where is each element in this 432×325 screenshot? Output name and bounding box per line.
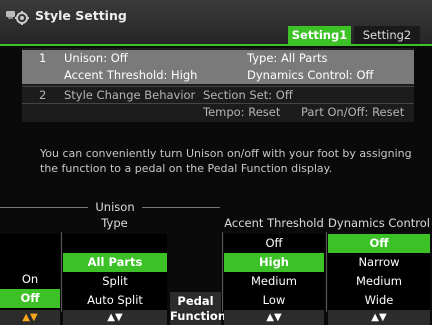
unison-value: Unison: Off <box>64 51 128 65</box>
table-row-style-change-cont[interactable]: Tempo: Reset Part On/Off: Reset <box>22 103 414 120</box>
style-setting-screen: Style Setting Setting1 Setting2 1 Unison… <box>0 0 432 325</box>
table-row-style-change[interactable]: 2 Style Change Behavior Section Set: Off <box>22 86 414 103</box>
settings-table: 1 Unison: Off Type: All Parts Accent Thr… <box>22 48 414 122</box>
unison-type-selector[interactable]: All Parts Split Auto Split <box>63 234 167 310</box>
tab-setting1[interactable]: Setting1 <box>288 26 351 44</box>
dynamics-control-header: Dynamics Control <box>328 216 430 230</box>
option-all-parts[interactable]: All Parts <box>63 253 167 272</box>
option-wide[interactable]: Wide <box>328 291 430 310</box>
option-auto-split[interactable]: Auto Split <box>63 291 167 310</box>
up-down-arrow-icon: ▲▼ <box>107 312 123 323</box>
option-on[interactable]: On <box>0 270 60 289</box>
group-divider <box>0 207 88 208</box>
style-change-behavior-label: Style Change Behavior <box>64 88 196 102</box>
option-low[interactable]: Low <box>224 291 324 310</box>
window-title: Style Setting <box>35 8 127 23</box>
type-arrows[interactable]: ▲▼ <box>63 310 167 325</box>
accent-threshold-value: Accent Threshold: High <box>64 68 198 82</box>
option-high[interactable]: High <box>224 253 324 272</box>
pedal-function-button[interactable]: Pedal Function <box>170 292 227 325</box>
title-bar: Style Setting Setting1 Setting2 <box>0 0 432 44</box>
type-value: Type: All Parts <box>247 51 328 65</box>
row-number: 2 <box>39 88 47 102</box>
accent-threshold-selector[interactable]: Off High Medium Low <box>224 234 324 310</box>
up-down-arrow-icon: ▲▼ <box>266 312 282 323</box>
table-row-unison[interactable]: 1 Unison: Off Type: All Parts Accent Thr… <box>22 50 414 84</box>
description-text: You can conveniently turn Unison on/off … <box>40 147 412 175</box>
pedal-function-label-line2: Function <box>170 309 227 323</box>
option-split[interactable]: Split <box>63 272 167 291</box>
row-number: 1 <box>39 51 47 65</box>
section-set-value: Section Set: Off <box>203 88 293 102</box>
type-header: Type <box>101 216 128 230</box>
option-medium[interactable]: Medium <box>328 272 430 291</box>
option-off[interactable]: Off <box>328 234 430 253</box>
tempo-value: Tempo: Reset <box>203 105 281 119</box>
title-divider <box>0 44 432 46</box>
accent-threshold-header: Accent Threshold <box>224 216 324 230</box>
style-setting-icon <box>6 11 29 25</box>
onoff-arrows[interactable]: ▲▼ <box>0 310 60 325</box>
up-down-arrow-icon: ▲▼ <box>371 312 387 323</box>
unison-group-label: Unison <box>95 200 135 214</box>
column-divider <box>222 232 223 312</box>
up-down-arrow-icon: ▲▼ <box>22 312 38 323</box>
column-divider <box>61 232 62 312</box>
accent-threshold-arrows[interactable]: ▲▼ <box>224 310 324 325</box>
option-off[interactable]: Off <box>224 234 324 253</box>
pedal-function-label-line1: Pedal <box>177 294 214 308</box>
column-divider <box>326 232 327 312</box>
option-medium[interactable]: Medium <box>224 272 324 291</box>
group-divider <box>142 207 220 208</box>
option-off[interactable]: Off <box>0 289 60 308</box>
tab-setting2[interactable]: Setting2 <box>354 26 420 44</box>
dynamics-control-arrows[interactable]: ▲▼ <box>328 310 430 325</box>
unison-onoff-selector[interactable]: On Off <box>0 234 60 310</box>
option-narrow[interactable]: Narrow <box>328 253 430 272</box>
part-on-off-value: Part On/Off: Reset <box>301 105 405 119</box>
dynamics-control-selector[interactable]: Off Narrow Medium Wide <box>328 234 430 310</box>
dynamics-control-value: Dynamics Control: Off <box>247 68 374 82</box>
